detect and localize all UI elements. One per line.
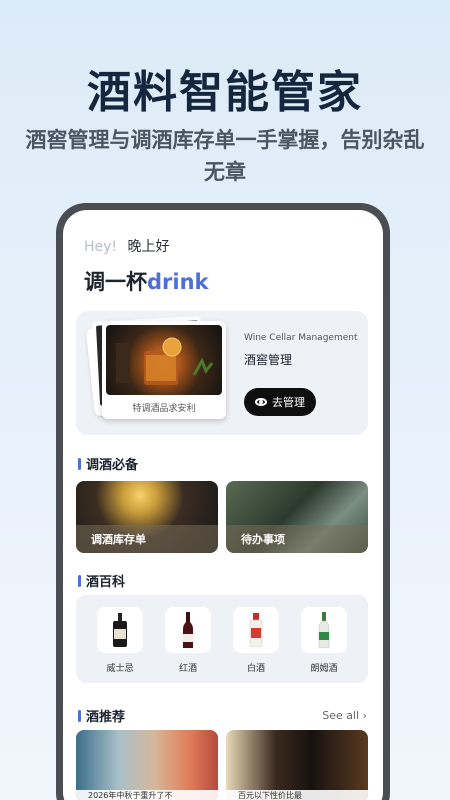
whiskey-bottle-box bbox=[97, 607, 143, 653]
encyclopedia-item-whiskey[interactable]: 威士忌 bbox=[96, 607, 144, 674]
greeting-hey: Hey! bbox=[84, 239, 118, 255]
baijiu-bottle-icon bbox=[249, 613, 263, 647]
encyclopedia-panel: 威士忌 红酒 白酒 朗姆酒 bbox=[76, 595, 368, 683]
section-bar-icon bbox=[78, 574, 81, 587]
encyclopedia-item-redwine[interactable]: 红酒 bbox=[164, 607, 212, 674]
recommend-card-1-caption: 2026年中秋于重升了不 bbox=[76, 790, 218, 800]
manage-button-label: 去管理 bbox=[272, 396, 305, 409]
page-title-en: drink bbox=[147, 270, 209, 294]
redwine-label: 红酒 bbox=[178, 664, 197, 674]
section-encyclopedia-label: 酒百科 bbox=[86, 575, 126, 590]
baijiu-label: 白酒 bbox=[246, 664, 265, 674]
baijiu-bottle-box bbox=[233, 607, 279, 653]
cocktail-glass-illustration bbox=[116, 337, 214, 385]
section-bar-icon bbox=[78, 457, 81, 470]
phone-frame: Hey! 晚上好 调一杯drink 特调酒品求安利 Wine Cellar Ma… bbox=[56, 203, 390, 800]
red-wine-bottle-icon bbox=[183, 612, 193, 648]
see-all-link[interactable]: See all › bbox=[322, 709, 367, 722]
wine-card-en-title: Wine Cellar Management bbox=[244, 333, 358, 343]
photo-caption: 特调酒品求安利 bbox=[132, 404, 196, 414]
page-title-cn: 调一杯 bbox=[84, 270, 147, 294]
recommend-card-2[interactable]: 百元以下性价比最 bbox=[226, 730, 368, 800]
tile-todo-label: 待办事项 bbox=[226, 525, 368, 553]
section-recommend-title: 酒推荐 bbox=[78, 706, 125, 725]
rum-bottle-icon bbox=[318, 612, 330, 648]
tile-inventory[interactable]: 调酒库存单 bbox=[76, 481, 218, 553]
app-screen: Hey! 晚上好 调一杯drink 特调酒品求安利 Wine Cellar Ma… bbox=[63, 210, 383, 800]
redwine-bottle-box bbox=[165, 607, 211, 653]
manage-button[interactable]: 去管理 bbox=[244, 388, 316, 416]
tile-inventory-label: 调酒库存单 bbox=[76, 525, 218, 553]
eye-icon bbox=[255, 398, 267, 406]
greeting: Hey! 晚上好 bbox=[84, 236, 170, 256]
whiskey-bottle-icon bbox=[113, 613, 127, 647]
cocktail-image bbox=[106, 325, 222, 395]
cocktail-photo: 特调酒品求安利 bbox=[102, 321, 226, 419]
encyclopedia-item-baijiu[interactable]: 白酒 bbox=[232, 607, 280, 674]
encyclopedia-item-rum[interactable]: 朗姆酒 bbox=[300, 607, 348, 674]
tile-todo[interactable]: 待办事项 bbox=[226, 481, 368, 553]
whiskey-label: 威士忌 bbox=[106, 664, 134, 674]
wine-card-cn-title: 酒窖管理 bbox=[244, 353, 293, 367]
section-essentials-title: 调酒必备 bbox=[78, 454, 138, 473]
subline: 酒窖管理与调酒库存单一手掌握，告别杂乱无章 bbox=[25, 128, 425, 184]
page-title: 调一杯drink bbox=[84, 266, 209, 296]
wine-cellar-card[interactable]: 特调酒品求安利 Wine Cellar Management 酒窖管理 去管理 bbox=[76, 311, 368, 435]
greeting-text: 晚上好 bbox=[127, 239, 170, 255]
section-essentials-label: 调酒必备 bbox=[86, 458, 139, 473]
section-encyclopedia-title: 酒百科 bbox=[78, 571, 125, 590]
recommend-card-1[interactable]: 2026年中秋于重升了不 bbox=[76, 730, 218, 800]
recommend-card-2-caption: 百元以下性价比最 bbox=[226, 790, 368, 800]
rum-label: 朗姆酒 bbox=[310, 664, 338, 674]
headline: 酒料智能管家 bbox=[87, 67, 363, 118]
section-bar-icon bbox=[78, 709, 81, 722]
section-recommend-label: 酒推荐 bbox=[86, 710, 126, 725]
rum-bottle-box bbox=[301, 607, 347, 653]
